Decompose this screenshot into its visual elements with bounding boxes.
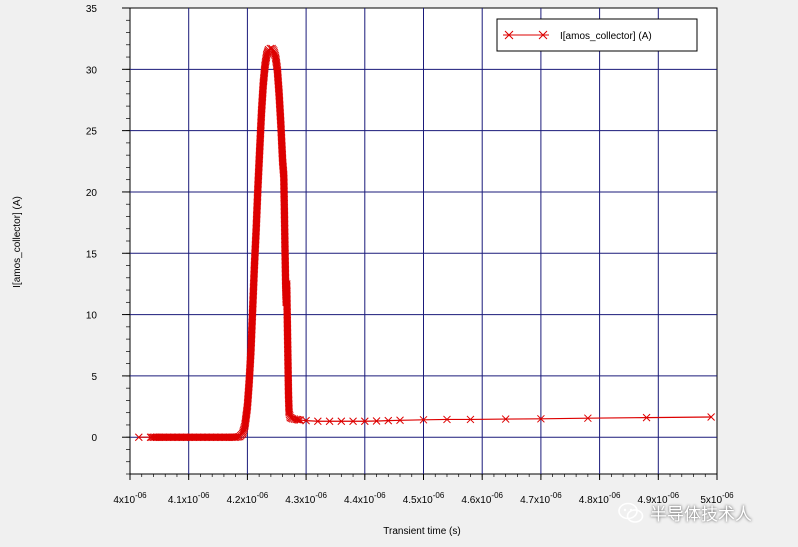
x-tick-label: 4.2x10-06 bbox=[227, 491, 269, 506]
y-tick-label: 15 bbox=[86, 249, 98, 260]
watermark: 半导体技术人 bbox=[618, 500, 752, 525]
x-tick-label: 4.3x10-06 bbox=[285, 491, 327, 506]
y-tick-label: 30 bbox=[86, 65, 98, 76]
x-tick-label: 4.8x10-06 bbox=[579, 491, 621, 506]
wechat-icon bbox=[618, 502, 644, 523]
y-tick-label: 35 bbox=[86, 4, 98, 15]
x-tick-label: 4.5x10-06 bbox=[403, 491, 445, 506]
x-tick-label: 4.1x10-06 bbox=[168, 491, 210, 506]
legend-label: I[amos_collector] (A) bbox=[560, 31, 652, 42]
watermark-text: 半导体技术人 bbox=[650, 505, 752, 525]
y-tick-label: 5 bbox=[91, 372, 97, 383]
y-tick-labels: 0 5 10 15 20 25 30 35 bbox=[86, 4, 98, 444]
x-tick-label: 4x10-06 bbox=[113, 491, 147, 506]
y-tick-label: 0 bbox=[91, 433, 97, 444]
legend: I[amos_collector] (A) bbox=[496, 18, 698, 52]
chart: 0 5 10 15 20 25 30 35 4x10-06 4.1x10-06 4.2x10-06… bbox=[12, 4, 734, 537]
y-tick-label: 25 bbox=[86, 127, 98, 138]
y-tick-label: 10 bbox=[86, 311, 98, 322]
x-tick-label: 4.4x10-06 bbox=[344, 491, 386, 506]
x-axis-label: Transient time (s) bbox=[383, 526, 460, 537]
y-axis-label: I[amos_collector] (A) bbox=[12, 196, 23, 288]
y-tick-label: 20 bbox=[86, 188, 98, 199]
x-tick-label: 4.6x10-06 bbox=[461, 491, 503, 506]
x-tick-label: 4.7x10-06 bbox=[520, 491, 562, 506]
